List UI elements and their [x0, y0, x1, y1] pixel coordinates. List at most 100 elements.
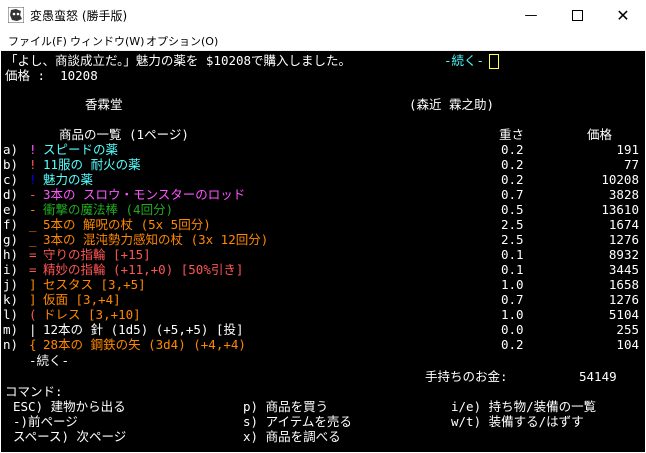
item-key: c): [3, 172, 19, 187]
message-line: 「よし、商談成立だ。」魅力の薬を $10208で購入しました。: [5, 53, 352, 68]
item-symbol: =: [29, 262, 37, 277]
cmd-inventory[interactable]: i/e) 持ち物/装備の一覧: [451, 399, 596, 414]
item-name: 守りの指輪 [+15]: [43, 247, 151, 262]
item-weight: 2.5: [501, 217, 524, 232]
gold-value: 54149: [579, 369, 617, 384]
item-symbol: -: [29, 187, 37, 202]
item-weight: 0.2: [501, 337, 524, 352]
item-name: 5本の 解呪の杖 (5x 5回分): [43, 217, 211, 232]
window-title: 変愚蛮怒 (勝手版): [30, 9, 128, 23]
item-key: l): [3, 307, 19, 322]
item-symbol: -: [29, 202, 37, 217]
item-symbol: _: [29, 217, 37, 232]
close-button[interactable]: ✕: [600, 0, 646, 30]
item-weight: 0.1: [501, 262, 524, 277]
list-header-price: 価格: [587, 127, 613, 142]
item-symbol: _: [29, 232, 37, 247]
maximize-button[interactable]: [554, 0, 600, 30]
item-weight: 0.7: [501, 187, 524, 202]
item-weight: 0.1: [501, 247, 524, 262]
item-price: 13610: [601, 202, 639, 217]
item-price: 1674: [608, 217, 639, 232]
item-name: 28本の 鋼鉄の矢 (3d4) (+4,+4): [43, 337, 246, 352]
item-name: セスタス [3,+5]: [43, 277, 146, 292]
item-key: b): [3, 157, 19, 172]
item-key: k): [3, 292, 19, 307]
item-price: 5104: [608, 307, 639, 322]
item-weight: 0.2: [501, 157, 524, 172]
price-line: 価格 : 10208: [5, 68, 98, 83]
menu-file[interactable]: ファイル(F): [8, 33, 67, 49]
gold-label: 手持ちのお金:: [425, 369, 508, 384]
store-owner: (森近 霖之助): [409, 97, 495, 112]
item-name: 3本の スロウ・モンスターのロッド: [43, 187, 246, 202]
item-weight: 0.2: [501, 172, 524, 187]
item-name: 11服の 耐火の薬: [43, 157, 141, 172]
item-symbol: =: [29, 247, 37, 262]
item-weight: 1.0: [501, 277, 524, 292]
item-price: 3828: [608, 187, 639, 202]
maximize-icon: [571, 9, 583, 21]
item-name: ドレス [3,+10]: [43, 307, 141, 322]
item-key: f): [3, 217, 19, 232]
cmd-buy[interactable]: p) 商品を買う: [243, 399, 328, 414]
item-key: m): [3, 322, 19, 337]
item-symbol: ]: [29, 277, 37, 292]
item-weight: 0.5: [501, 202, 524, 217]
item-key: d): [3, 187, 19, 202]
item-symbol: !: [29, 172, 37, 187]
app-icon: [8, 7, 24, 23]
item-weight: 1.0: [501, 307, 524, 322]
item-name: 3本の 混沌勢力感知の杖 (3x 12回分): [43, 232, 269, 247]
item-price: 1658: [608, 277, 639, 292]
item-symbol: |: [29, 322, 37, 337]
item-name: 精妙の指輪 (+11,+0) [50%引き]: [43, 262, 244, 277]
item-price: 10208: [601, 172, 639, 187]
store-name: 香霖堂: [85, 97, 123, 112]
item-key: g): [3, 232, 19, 247]
more-prompt: -続く-: [444, 53, 485, 68]
item-symbol: ]: [29, 292, 37, 307]
minimize-icon: —: [524, 7, 538, 23]
item-name: 仮面 [3,+4]: [43, 292, 121, 307]
commands-title: コマンド:: [5, 384, 63, 399]
cmd-equip[interactable]: w/t) 装備する/はずす: [451, 414, 584, 429]
item-price: 8932: [608, 247, 639, 262]
item-name: 魅力の薬: [43, 172, 94, 187]
menu-bar: ファイル(F) ウィンドウ(W) オプション(O): [0, 30, 646, 51]
item-price: 255: [616, 322, 639, 337]
item-symbol: {: [29, 337, 37, 352]
item-weight: 2.5: [501, 232, 524, 247]
item-symbol: !: [29, 157, 37, 172]
item-name: 衝撃の魔法棒 (4回分): [43, 202, 174, 217]
cmd-prev-page[interactable]: -)前ページ: [13, 414, 78, 429]
menu-options[interactable]: オプション(O): [146, 33, 218, 49]
item-weight: 0.7: [501, 292, 524, 307]
item-name: スピードの薬: [43, 142, 119, 157]
cmd-sell[interactable]: s) アイテムを売る: [243, 414, 352, 429]
item-price: 3445: [608, 262, 639, 277]
item-price: 104: [616, 337, 639, 352]
item-symbol: !: [29, 142, 37, 157]
item-weight: 0.0: [501, 322, 524, 337]
minimize-button[interactable]: —: [508, 0, 554, 30]
menu-window[interactable]: ウィンドウ(W): [70, 33, 144, 49]
text-cursor: [489, 54, 499, 69]
list-header-weight: 重さ: [499, 127, 525, 142]
game-console[interactable]: 「よし、商談成立だ。」魅力の薬を $10208で購入しました。 -続く- 価格 …: [1, 51, 645, 452]
item-key: n): [3, 337, 19, 352]
close-icon: ✕: [616, 5, 630, 25]
cmd-next-page[interactable]: スペース) 次ページ: [13, 429, 126, 444]
cmd-examine[interactable]: x) 商品を調べる: [243, 429, 341, 444]
item-weight: 0.2: [501, 142, 524, 157]
item-key: a): [3, 142, 19, 157]
item-key: i): [3, 262, 19, 277]
cmd-exit[interactable]: ESC) 建物から出る: [13, 399, 126, 414]
item-name: 12本の 針 (1d5) (+5,+5) [投]: [43, 322, 244, 337]
item-price: 1276: [608, 232, 639, 247]
list-header-title: 商品の一覧 (1ページ): [59, 127, 189, 142]
item-key: h): [3, 247, 19, 262]
item-price: 77: [623, 157, 639, 172]
item-price: 191: [616, 142, 639, 157]
item-symbol: (: [29, 307, 37, 322]
